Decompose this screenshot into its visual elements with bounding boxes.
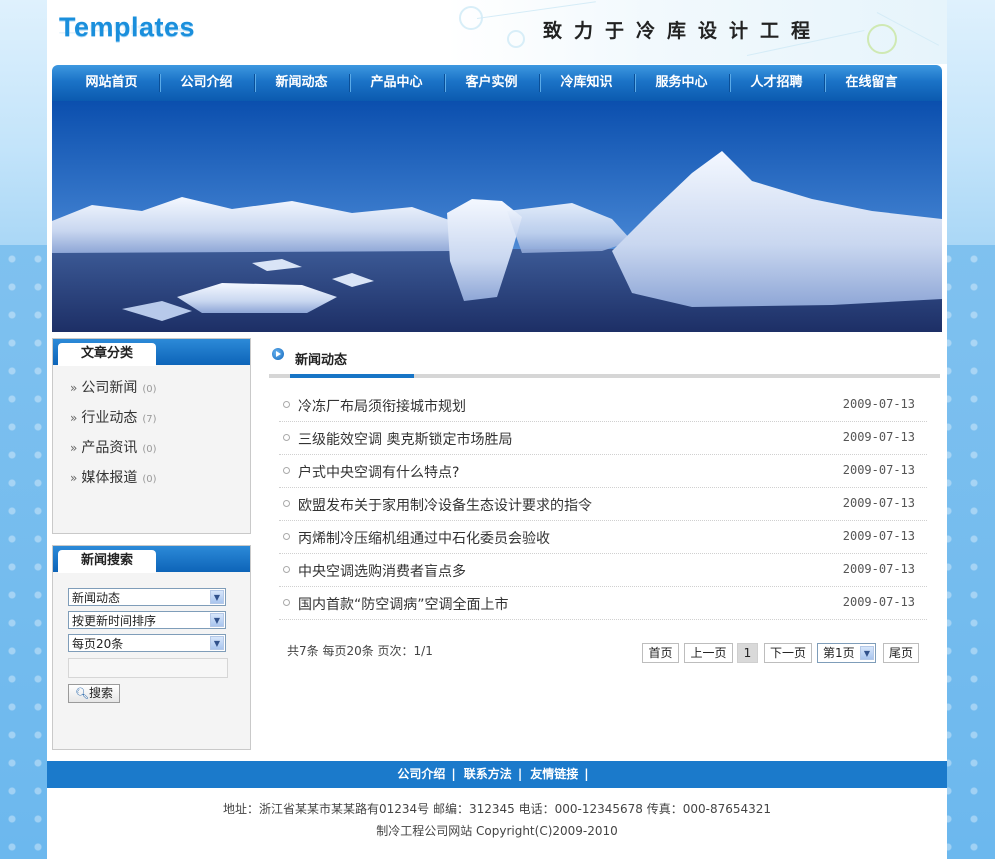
news-title[interactable]: 欧盟发布关于家用制冷设备生态设计要求的指令	[298, 495, 592, 515]
news-item[interactable]: 冷冻厂布局须衔接城市规划 2009-07-13	[279, 388, 927, 422]
category-box-header: 文章分类	[53, 339, 250, 366]
header-slogan: 致力于冷库设计工程	[543, 20, 823, 42]
nav-about[interactable]: 公司介绍	[159, 65, 254, 101]
search-box-header: 新闻搜索	[53, 546, 250, 573]
nav-cases[interactable]: 客户实例	[444, 65, 539, 101]
bullet-icon	[283, 401, 290, 408]
news-title[interactable]: 三级能效空调 奥克斯锁定市场胜局	[298, 429, 512, 449]
news-item[interactable]: 国内首款“防空调病”空调全面上市 2009-07-13	[279, 586, 927, 620]
bullet-icon	[283, 434, 290, 441]
news-title[interactable]: 国内首款“防空调病”空调全面上市	[298, 594, 509, 614]
chevron-down-icon: ▼	[210, 636, 224, 650]
bullet-icon	[283, 500, 290, 507]
category-item[interactable]: » 媒体报道 (0)	[70, 467, 250, 497]
footer-link-about[interactable]: 公司介绍	[397, 767, 445, 781]
news-date: 2009-07-13	[842, 595, 915, 609]
chevron-down-icon: ▼	[210, 590, 224, 604]
news-title[interactable]: 中央空调选购消费者盲点多	[298, 561, 466, 581]
arrow-icon: »	[70, 381, 78, 395]
search-box-title: 新闻搜索	[58, 550, 156, 573]
news-item[interactable]: 丙烯制冷压缩机组通过中石化委员会验收 2009-07-13	[279, 520, 927, 554]
pager-info: 共7条 每页20条 页次：1/1	[287, 644, 433, 658]
search-sort-select[interactable]: 按更新时间排序 ▼	[68, 611, 226, 629]
section-bullet-icon	[272, 348, 284, 360]
category-box: 文章分类 » 公司新闻 (0) » 行业动态 (7) » 产品资讯 (0) » 媒体报道 (0)	[52, 338, 251, 534]
pager-first-button[interactable]: 首页	[642, 643, 679, 663]
arrow-icon: »	[70, 411, 78, 425]
category-box-title: 文章分类	[58, 343, 156, 366]
news-title[interactable]: 丙烯制冷压缩机组通过中石化委员会验收	[298, 528, 550, 548]
news-date: 2009-07-13	[842, 529, 915, 543]
pager-prev-button[interactable]: 上一页	[684, 643, 733, 663]
site-logo[interactable]: Templates	[59, 12, 195, 43]
search-icon: 🔍︎	[75, 687, 89, 700]
page-container: Templates Templates 致力于冷库设计工程 网站首页 公司介绍 …	[47, 0, 947, 859]
news-date: 2009-07-13	[842, 430, 915, 444]
footer-copyright: 制冷工程公司网站 Copyright(C)2009-2010	[376, 824, 618, 838]
arrow-icon: »	[70, 441, 78, 455]
news-date: 2009-07-13	[842, 463, 915, 477]
footer-link-contact[interactable]: 联系方法	[464, 767, 512, 781]
news-item[interactable]: 三级能效空调 奥克斯锁定市场胜局 2009-07-13	[279, 421, 927, 455]
pager-jump-select[interactable]: 第1页 ▼	[817, 643, 876, 663]
search-perpage-select[interactable]: 每页20条 ▼	[68, 634, 226, 652]
nav-jobs[interactable]: 人才招聘	[729, 65, 824, 101]
section-title-bar	[269, 374, 940, 378]
chevron-down-icon: ▼	[210, 613, 224, 627]
category-item[interactable]: » 公司新闻 (0)	[70, 377, 250, 407]
section-title: 新闻动态	[295, 353, 348, 368]
bullet-icon	[283, 566, 290, 573]
category-item[interactable]: » 行业动态 (7)	[70, 407, 250, 437]
search-button[interactable]: 🔍︎搜索	[68, 684, 120, 703]
news-item[interactable]: 户式中央空调有什么特点? 2009-07-13	[279, 454, 927, 488]
bullet-icon	[283, 467, 290, 474]
nav-home[interactable]: 网站首页	[64, 65, 159, 101]
footer-address: 地址：浙江省某某市某某路有01234号 邮编：312345 电话：000-123…	[222, 802, 772, 816]
news-date: 2009-07-13	[842, 496, 915, 510]
category-item[interactable]: » 产品资讯 (0)	[70, 437, 250, 467]
news-item[interactable]: 中央空调选购消费者盲点多 2009-07-13	[279, 553, 927, 587]
arrow-icon: »	[70, 471, 78, 485]
bullet-icon	[283, 533, 290, 540]
category-list: » 公司新闻 (0) » 行业动态 (7) » 产品资讯 (0) » 媒体报道 (0)	[53, 365, 250, 497]
footer-links-bar: 公司介绍 | 联系方法 | 友情链接 |	[47, 761, 947, 788]
chevron-down-icon: ▼	[860, 646, 874, 660]
news-title[interactable]: 户式中央空调有什么特点?	[298, 462, 459, 482]
pager-current-page: 1	[737, 643, 758, 663]
search-box: 新闻搜索 新闻动态 ▼ 按更新时间排序 ▼ 每页20条 ▼ 🔍︎搜索	[52, 545, 251, 750]
news-item[interactable]: 欧盟发布关于家用制冷设备生态设计要求的指令 2009-07-13	[279, 487, 927, 521]
news-title[interactable]: 冷冻厂布局须衔接城市规划	[298, 396, 466, 416]
nav-service[interactable]: 服务中心	[634, 65, 729, 101]
search-keyword-input[interactable]	[68, 658, 228, 678]
news-date: 2009-07-13	[842, 562, 915, 576]
nav-knowledge[interactable]: 冷库知识	[539, 65, 634, 101]
footer-link-friends[interactable]: 友情链接	[530, 767, 578, 781]
banner-image	[52, 101, 942, 332]
pager-next-button[interactable]: 下一页	[764, 643, 812, 663]
news-date: 2009-07-13	[842, 397, 915, 411]
search-category-select[interactable]: 新闻动态 ▼	[68, 588, 226, 606]
nav-products[interactable]: 产品中心	[349, 65, 444, 101]
nav-news[interactable]: 新闻动态	[254, 65, 349, 101]
bullet-icon	[283, 599, 290, 606]
pager-last-button[interactable]: 尾页	[883, 643, 919, 663]
nav-message[interactable]: 在线留言	[824, 65, 919, 101]
main-nav: 网站首页 公司介绍 新闻动态 产品中心 客户实例 冷库知识 服务中心 人才招聘 …	[52, 65, 942, 101]
